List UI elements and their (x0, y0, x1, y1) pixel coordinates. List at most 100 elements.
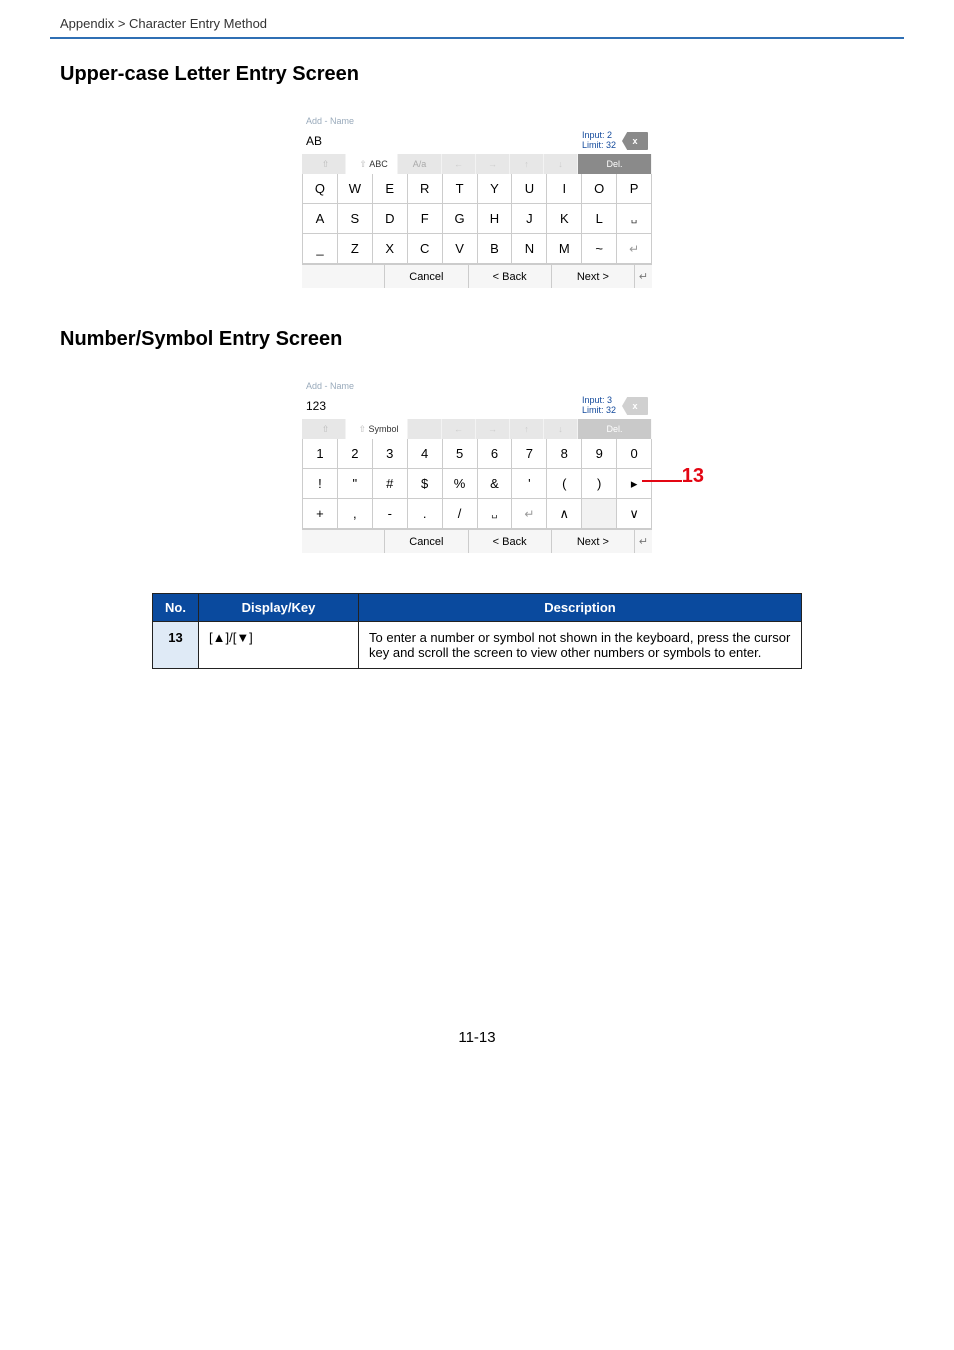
key[interactable]: , (338, 499, 373, 529)
key[interactable]: S (338, 204, 373, 234)
tab-abc[interactable]: ⇧ ABC (346, 154, 398, 174)
key[interactable]: C (408, 234, 443, 264)
key[interactable]: ( (547, 469, 582, 499)
cursor-right-icon[interactable]: → (476, 419, 510, 439)
key[interactable]: / (443, 499, 478, 529)
kbd-a-keys: Q W E R T Y U I O P A S D F G H J K L (302, 174, 652, 264)
cursor-up-icon[interactable]: ↑ (510, 154, 544, 174)
cursor-left-icon[interactable]: ← (442, 419, 476, 439)
key[interactable]: H (478, 204, 513, 234)
key[interactable]: X (373, 234, 408, 264)
blank-seg (302, 264, 384, 288)
key[interactable]: Z (338, 234, 373, 264)
key[interactable]: M (547, 234, 582, 264)
key[interactable]: I (547, 174, 582, 204)
key[interactable]: " (338, 469, 373, 499)
key[interactable]: ! (302, 469, 338, 499)
th-description: Description (359, 594, 802, 622)
cursor-down-icon[interactable]: ↓ (544, 419, 578, 439)
key[interactable]: _ (302, 234, 338, 264)
breadcrumb: Appendix > Character Entry Method (0, 0, 954, 37)
kbd-a-counter: Input: 2 Limit: 32 (582, 131, 616, 151)
space-key[interactable]: ␣ (617, 204, 652, 234)
key[interactable]: T (443, 174, 478, 204)
kbd-b-keys: 1 2 3 4 5 6 7 8 9 0 ! " # $ % & ' ( ) (302, 439, 652, 529)
key[interactable]: 0 (617, 439, 652, 469)
tab-blank[interactable] (408, 419, 442, 439)
cancel-button[interactable]: Cancel (384, 529, 467, 553)
enter-key[interactable]: ↵ (512, 499, 547, 529)
key[interactable]: 9 (582, 439, 617, 469)
enter-icon[interactable]: ↵ (634, 264, 652, 288)
space-key[interactable]: ␣ (478, 499, 513, 529)
key[interactable]: - (373, 499, 408, 529)
backspace-icon[interactable]: x (622, 132, 648, 150)
scroll-up-key[interactable]: ∧ (547, 499, 582, 529)
key[interactable]: K (547, 204, 582, 234)
key[interactable]: $ (408, 469, 443, 499)
key[interactable]: O (582, 174, 617, 204)
key[interactable]: N (512, 234, 547, 264)
key[interactable]: A (302, 204, 338, 234)
key[interactable]: 1 (302, 439, 338, 469)
key[interactable]: ' (512, 469, 547, 499)
key[interactable]: 4 (408, 439, 443, 469)
key[interactable]: 3 (373, 439, 408, 469)
key[interactable]: % (443, 469, 478, 499)
cursor-up-icon[interactable]: ↑ (510, 419, 544, 439)
key[interactable]: W (338, 174, 373, 204)
back-button[interactable]: < Back (468, 529, 551, 553)
tab-symbol[interactable]: ⇧ Symbol (346, 419, 408, 439)
backspace-icon[interactable]: x (622, 397, 648, 415)
keyboard-uppercase: Add - Name A B Input: 2 Limit: 32 x ⇧ ⇧ A… (302, 114, 652, 288)
tab-del[interactable]: Del. (578, 154, 652, 174)
key[interactable]: P (617, 174, 652, 204)
key[interactable]: 5 (443, 439, 478, 469)
callout-13: 13 (682, 465, 704, 488)
kbd-b-counter: Input: 3 Limit: 32 (582, 396, 616, 416)
back-button[interactable]: < Back (468, 264, 551, 288)
section2-title: Number/Symbol Entry Screen (60, 328, 954, 351)
key[interactable]: + (302, 499, 338, 529)
key[interactable]: J (512, 204, 547, 234)
key[interactable]: Q (302, 174, 338, 204)
key[interactable]: D (373, 204, 408, 234)
key[interactable]: 2 (338, 439, 373, 469)
page-number: 11-13 (0, 1029, 954, 1086)
key[interactable]: ) (582, 469, 617, 499)
cell-no: 13 (153, 622, 199, 669)
blank-seg (302, 529, 384, 553)
key[interactable]: . (408, 499, 443, 529)
key[interactable]: U (512, 174, 547, 204)
key[interactable]: Y (478, 174, 513, 204)
next-button[interactable]: Next > (551, 529, 634, 553)
enter-key[interactable]: ↵ (617, 234, 652, 264)
scroll-down-key[interactable]: ∨ (617, 499, 652, 529)
next-button[interactable]: Next > (551, 264, 634, 288)
cursor-down-icon[interactable]: ↓ (544, 154, 578, 174)
key[interactable]: R (408, 174, 443, 204)
key[interactable]: G (443, 204, 478, 234)
kbd-a-title: Add - Name (302, 114, 652, 128)
cursor-right-icon[interactable]: → (476, 154, 510, 174)
enter-icon[interactable]: ↵ (634, 529, 652, 553)
disabled-key (582, 499, 617, 529)
key[interactable]: V (443, 234, 478, 264)
tab-mode-left[interactable]: ⇧ (302, 154, 346, 174)
key[interactable]: B (478, 234, 513, 264)
key[interactable]: E (373, 174, 408, 204)
key[interactable]: 7 (512, 439, 547, 469)
key[interactable]: 6 (478, 439, 513, 469)
key[interactable]: 8 (547, 439, 582, 469)
key[interactable]: # (373, 469, 408, 499)
tab-a-a[interactable]: A/a (398, 154, 442, 174)
tab-mode-left[interactable]: ⇧ (302, 419, 346, 439)
cursor-left-icon[interactable]: ← (442, 154, 476, 174)
key[interactable]: L (582, 204, 617, 234)
key[interactable]: F (408, 204, 443, 234)
key[interactable]: ~ (582, 234, 617, 264)
cancel-button[interactable]: Cancel (384, 264, 467, 288)
tab-del[interactable]: Del. (578, 419, 652, 439)
keyboard-symbol: Add - Name 123 Input: 3 Limit: 32 x ⇧ ⇧ … (302, 379, 652, 553)
key[interactable]: & (478, 469, 513, 499)
